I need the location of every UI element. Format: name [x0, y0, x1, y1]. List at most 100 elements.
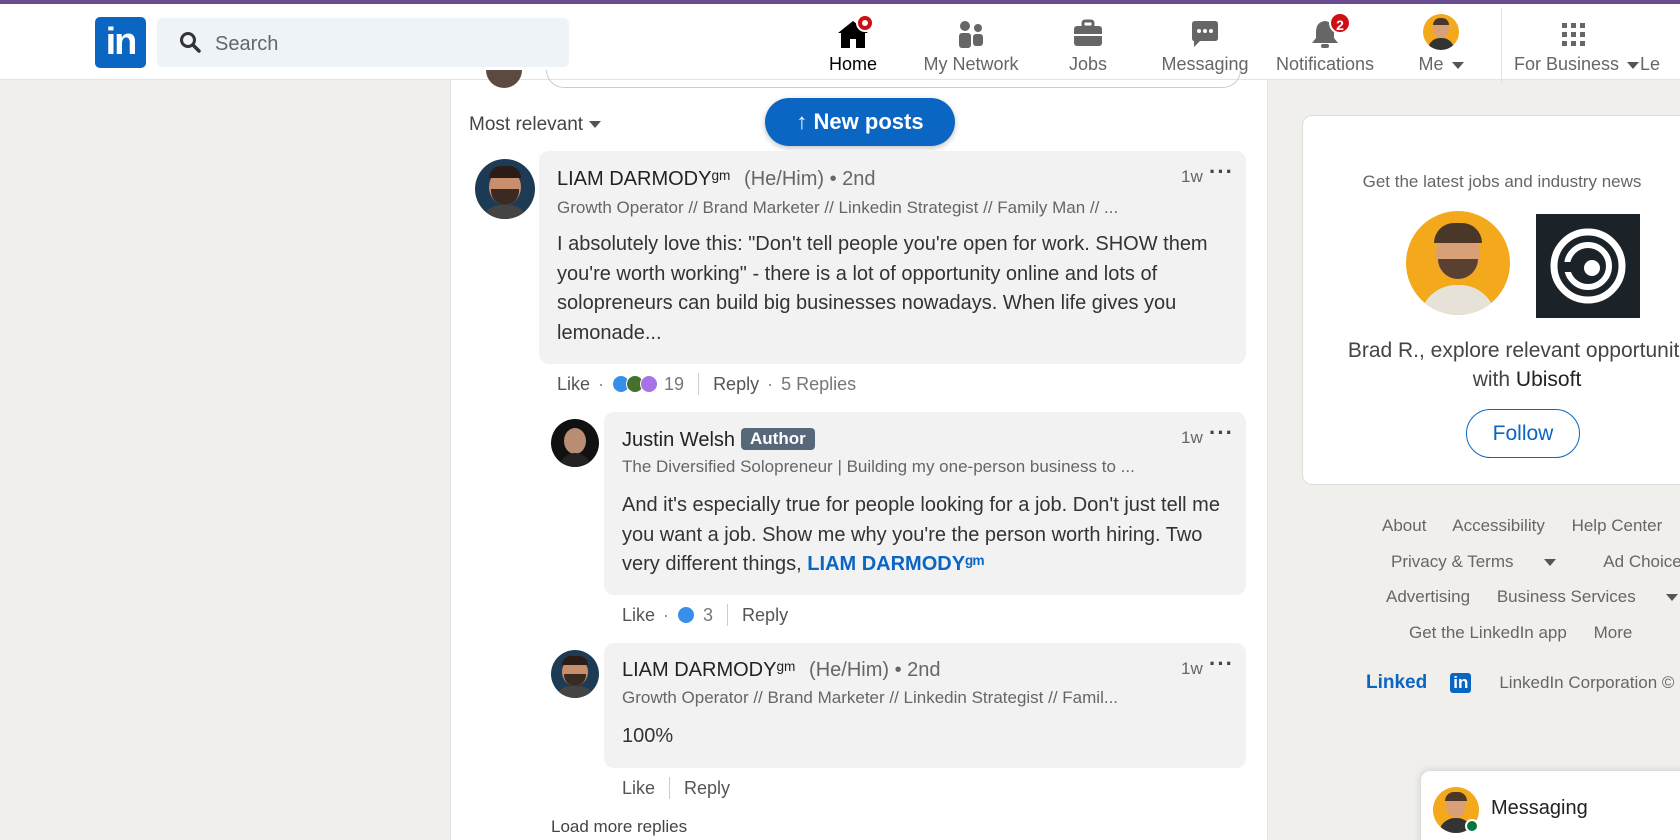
author-pronouns: (He/Him) [744, 168, 825, 190]
reply-author-name[interactable]: Justin Welsh Author [622, 428, 815, 452]
messaging-overlay-bar[interactable]: Messaging [1420, 770, 1680, 840]
comments-panel: Most relevant ↑ New posts LIAM DARMODYᵍᵐ… [450, 70, 1268, 840]
author-name-text: Justin Welsh [622, 429, 736, 451]
search-placeholder: Search [215, 33, 279, 55]
insightful-reaction-icon [640, 375, 659, 393]
footer-advertising-link[interactable]: Advertising [1386, 587, 1470, 606]
ad-company-name: Ubisoft [1515, 368, 1582, 391]
user-avatar [1406, 211, 1510, 315]
load-more-replies-link[interactable]: Load more replies [551, 817, 687, 837]
nav-me[interactable]: Me [1381, 12, 1501, 80]
reaction-count[interactable]: 3 [703, 605, 713, 626]
ubisoft-logo [1536, 214, 1640, 318]
chevron-down-icon [1451, 61, 1464, 69]
follow-button[interactable]: Follow [1466, 409, 1580, 458]
mention-link[interactable]: LIAM DARMODYᵍᵐ [807, 553, 984, 575]
like-button[interactable]: Like [557, 374, 590, 395]
grid-apps-icon [1562, 23, 1585, 46]
home-notification-dot [856, 14, 874, 32]
like-button[interactable]: Like [622, 778, 655, 799]
reactions-icons[interactable] [612, 375, 659, 393]
nav-learning-partial[interactable]: Le [1640, 12, 1680, 80]
ad-with-word: with [1472, 368, 1511, 391]
comment-time: 1w [1181, 167, 1203, 186]
nav-for-business[interactable]: For Business [1514, 12, 1640, 80]
messaging-bar-label: Messaging [1491, 797, 1588, 819]
linkedin-logo[interactable]: in [95, 17, 146, 68]
author-name-text: LIAM DARMODYᵍᵐ [557, 168, 731, 190]
footer-ad-choices-link[interactable]: Ad Choices [1603, 552, 1680, 571]
footer-help-link[interactable]: Help Center [1572, 516, 1663, 535]
new-posts-button[interactable]: ↑ New posts [765, 98, 955, 146]
comment-author-name[interactable]: LIAM DARMODYᵍᵐ (He/Him) • 2nd [557, 168, 876, 191]
footer-about-link[interactable]: About [1382, 516, 1426, 535]
connection-degree: • 2nd [894, 659, 941, 681]
author-pronouns: (He/Him) [809, 659, 890, 681]
footer-privacy-link[interactable]: Privacy & Terms [1391, 552, 1578, 571]
reply-time: 1w [1181, 428, 1203, 447]
previous-avatar-partial [486, 70, 522, 88]
ad-explore-text: Brad R., explore relevant opportunities … [1337, 336, 1680, 394]
sort-label: Most relevant [469, 114, 584, 135]
linkedin-wordmark: Linked in [1366, 672, 1493, 693]
sort-dropdown[interactable]: Most relevant [469, 114, 602, 136]
reaction-count[interactable]: 19 [664, 374, 684, 395]
reply-button[interactable]: Reply [713, 374, 759, 395]
reply-text: And it's especially true for people look… [622, 491, 1232, 580]
more-options-icon[interactable]: ··· [1209, 422, 1234, 444]
author-headline: Growth Operator // Brand Marketer // Lin… [557, 198, 1119, 217]
nav-notifications[interactable]: 2 Notifications [1265, 12, 1385, 80]
search-input[interactable]: Search [157, 18, 569, 67]
nav-learning-label: Le [1640, 54, 1661, 74]
ubisoft-swirl-icon [1550, 228, 1626, 304]
me-avatar [1423, 14, 1459, 50]
reply-author-avatar[interactable] [551, 650, 599, 698]
reply-button[interactable]: Reply [684, 778, 730, 799]
reply-author-name[interactable]: LIAM DARMODYᵍᵐ (He/Him) • 2nd [622, 659, 941, 682]
more-options-icon[interactable]: ··· [1209, 161, 1234, 183]
chevron-down-icon [1665, 594, 1678, 602]
search-icon [180, 32, 201, 53]
nav-divider [1501, 8, 1502, 84]
ad-news-text: Get the latest jobs and industry news [1362, 172, 1642, 191]
separator-dot: · [598, 373, 605, 394]
like-reaction-icon [677, 606, 696, 624]
reply-button[interactable]: Reply [742, 605, 788, 626]
action-divider [698, 373, 700, 395]
author-name-text: LIAM DARMODYᵍᵐ [622, 659, 796, 681]
ad-explore-line: Brad R., explore relevant opportunities [1347, 339, 1680, 362]
separator-dot: · [663, 604, 670, 625]
footer-get-app-link[interactable]: Get the LinkedIn app [1409, 623, 1567, 642]
author-headline: Growth Operator // Brand Marketer // Lin… [622, 688, 1119, 707]
nav-notifications-label: Notifications [1275, 54, 1375, 74]
separator-dot: · [767, 373, 774, 394]
replies-count-link[interactable]: 5 Replies [781, 374, 856, 395]
comment-text: I absolutely love this: "Don't tell peop… [557, 233, 1208, 344]
comment-input-partial[interactable] [546, 70, 1241, 88]
footer-more-link[interactable]: More [1594, 623, 1633, 642]
reply-author-avatar[interactable] [551, 419, 599, 467]
footer-copyright: Linkedin LinkedIn Corporation © 2023 [1366, 672, 1680, 694]
reply-actions: Like Reply [622, 777, 730, 799]
author-badge: Author [741, 428, 815, 450]
action-divider [669, 777, 671, 799]
global-nav: in Search Home My Network Jobs Messaging… [0, 4, 1680, 84]
chevron-down-icon [589, 121, 602, 129]
comment-author-avatar[interactable] [475, 159, 535, 219]
copyright-text: LinkedIn Corporation © 2023 [1499, 673, 1680, 692]
network-icon [959, 21, 983, 48]
notifications-badge: 2 [1329, 12, 1351, 34]
comment-actions: Like · 19 Reply · 5 Replies [557, 373, 856, 395]
ad-card: Get the latest jobs and industry news Br… [1302, 115, 1680, 485]
footer-business-services-link[interactable]: Business Services [1497, 587, 1680, 606]
chevron-down-icon [1543, 559, 1556, 567]
reply-text: 100% [622, 725, 674, 747]
author-headline: The Diversified Solopreneur | Building m… [622, 457, 1135, 476]
online-status-indicator [1465, 819, 1479, 833]
nav-for-business-label: For Business [1514, 54, 1640, 75]
more-options-icon[interactable]: ··· [1209, 653, 1234, 675]
footer-accessibility-link[interactable]: Accessibility [1452, 516, 1545, 535]
nav-me-label: Me [1381, 54, 1501, 75]
like-button[interactable]: Like [622, 605, 655, 626]
connection-degree: • 2nd [829, 168, 876, 190]
